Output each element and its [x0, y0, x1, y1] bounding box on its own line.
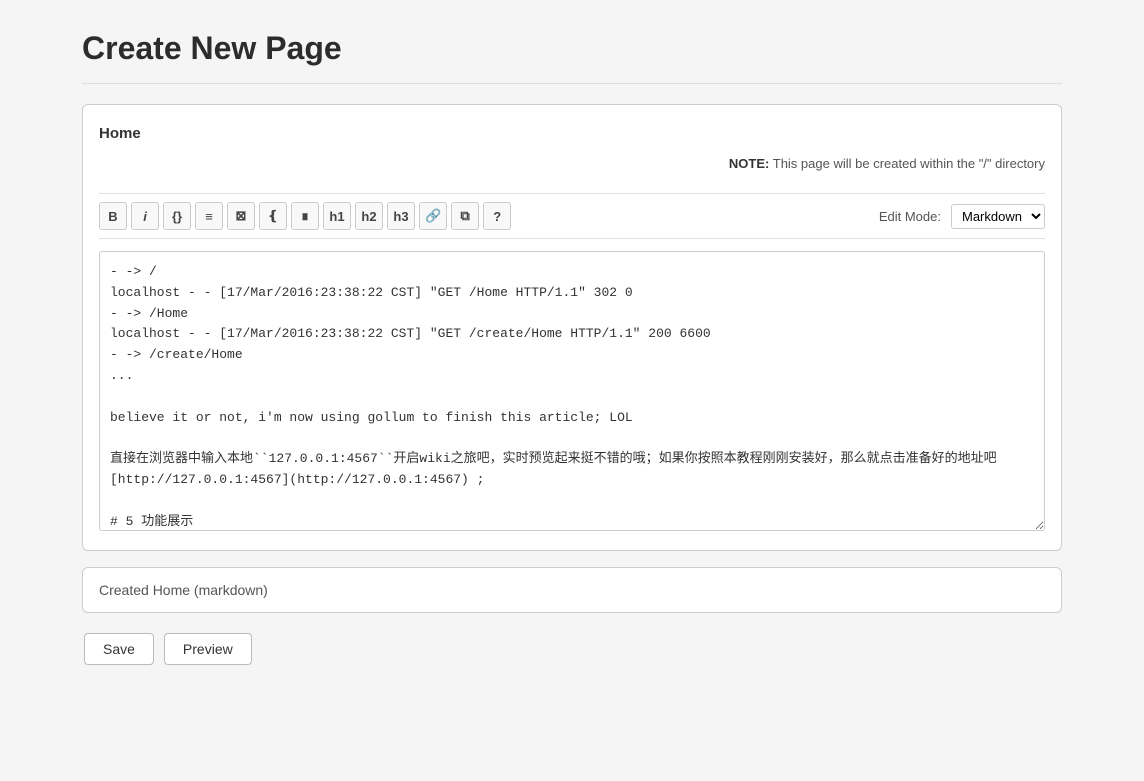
help-button[interactable]: ? — [483, 202, 511, 230]
commit-container — [82, 567, 1062, 613]
italic-button[interactable]: i — [131, 202, 159, 230]
unordered-list-button[interactable]: ≡ — [195, 202, 223, 230]
action-buttons: Save Preview — [82, 633, 1062, 665]
link-button[interactable]: 🔗 — [419, 202, 447, 230]
ordered-list-button[interactable]: ⊠ — [227, 202, 255, 230]
page-wrapper: Create New Page NOTE: This page will be … — [42, 0, 1102, 705]
code-button[interactable]: {} — [163, 202, 191, 230]
h3-button[interactable]: h3 — [387, 202, 415, 230]
page-title: Create New Page — [82, 30, 1062, 84]
preview-button[interactable]: Preview — [164, 633, 252, 665]
note-bar: NOTE: This page will be created within t… — [99, 156, 1045, 181]
hr-button[interactable]: ∎ — [291, 202, 319, 230]
h2-button[interactable]: h2 — [355, 202, 383, 230]
copy-button[interactable]: ⧉ — [451, 202, 479, 230]
note-text: This page will be created within the "/"… — [773, 156, 1045, 171]
page-name-input[interactable] — [99, 121, 1045, 146]
editor-textarea[interactable]: - -> / localhost - - [17/Mar/2016:23:38:… — [99, 251, 1045, 531]
edit-mode-select[interactable]: Markdown AsciiDoc MediaWiki Org — [951, 204, 1045, 229]
commit-message-input[interactable] — [99, 582, 1045, 598]
editor-container: NOTE: This page will be created within t… — [82, 104, 1062, 551]
toolbar: B i {} ≡ ⊠ ❴ ∎ h1 h2 h3 🔗 ⧉ ? Edit Mode:… — [99, 193, 1045, 239]
save-button[interactable]: Save — [84, 633, 154, 665]
h1-button[interactable]: h1 — [323, 202, 351, 230]
edit-mode-label: Edit Mode: — [879, 209, 941, 224]
bold-button[interactable]: B — [99, 202, 127, 230]
note-label: NOTE: — [729, 156, 769, 171]
blockquote-button[interactable]: ❴ — [259, 202, 287, 230]
